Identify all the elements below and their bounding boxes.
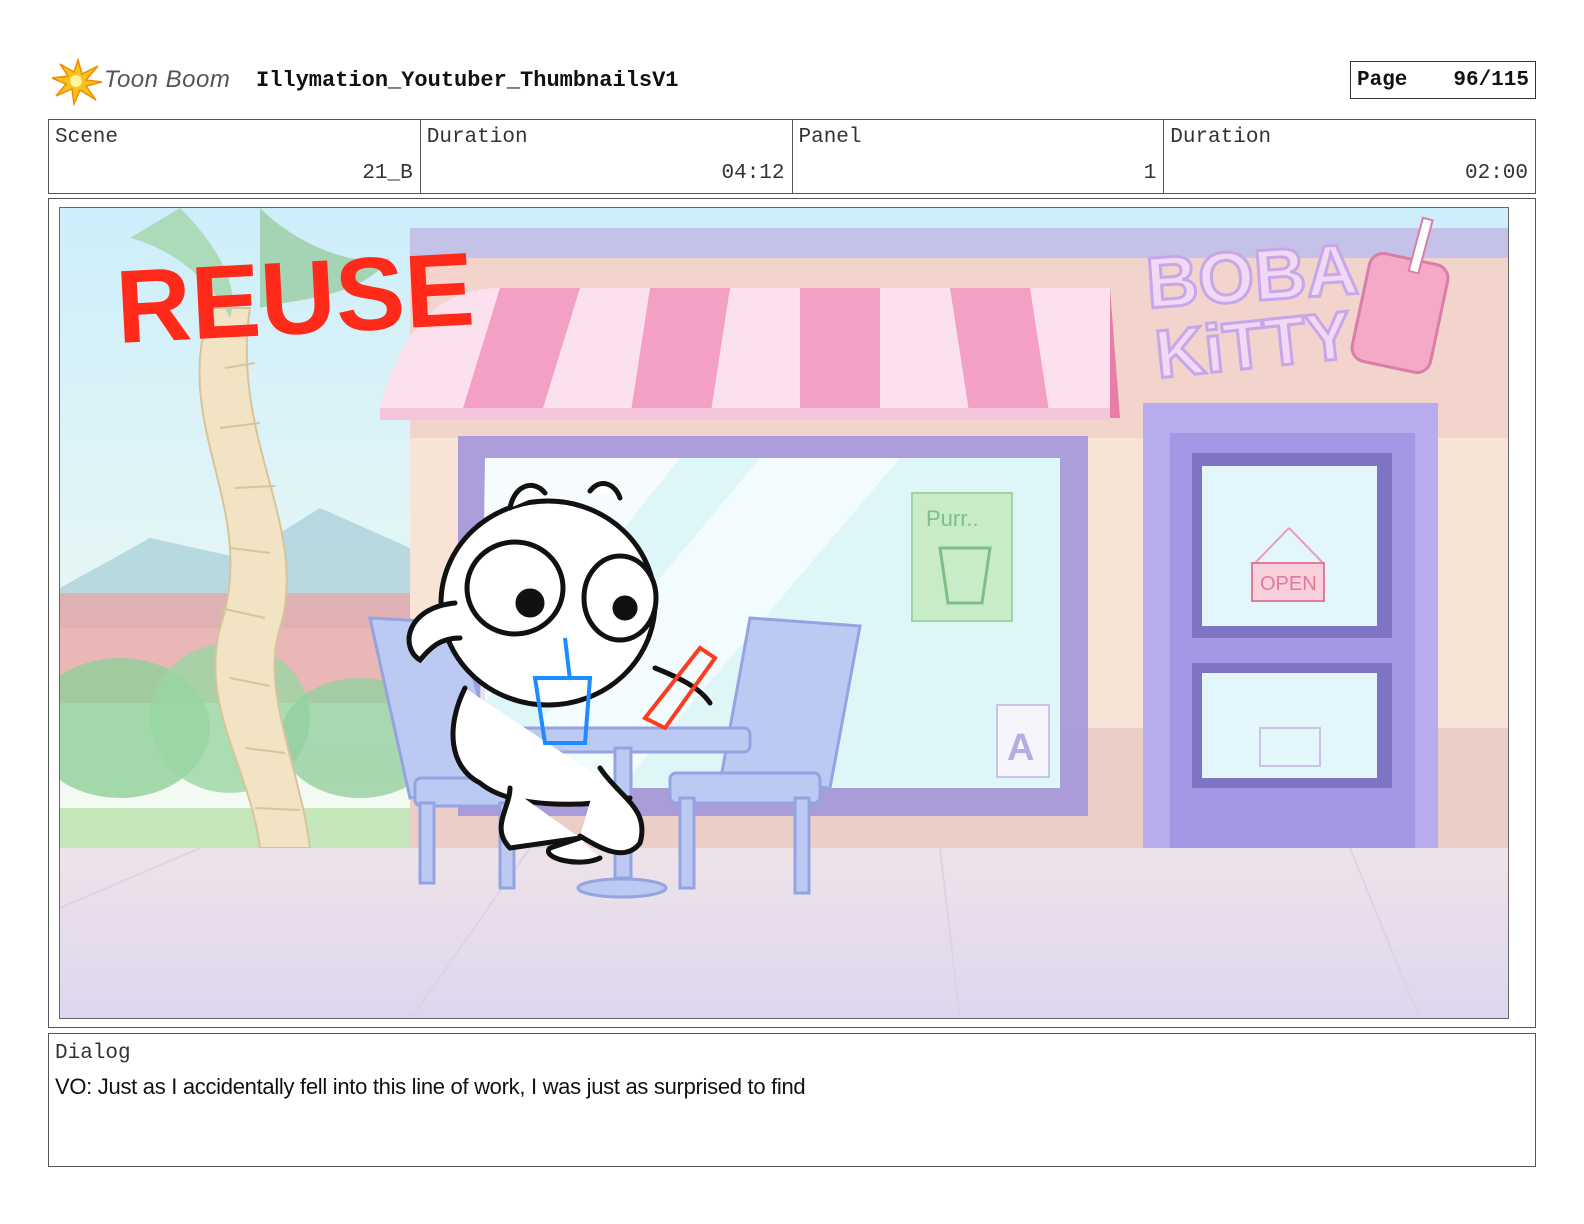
shop-door: OPEN xyxy=(1143,403,1438,873)
storyboard-panel-frame: Purr.. A BOBA KiTTY OPEN REUSE xyxy=(48,198,1536,1028)
scene-duration-label: Duration xyxy=(426,126,528,149)
a-frame-letter: A xyxy=(1007,727,1034,769)
scene-value: 21_B xyxy=(362,162,413,185)
panel-value: 1 xyxy=(1143,162,1157,185)
dialog-text: VO: Just as I accidentally fell into thi… xyxy=(55,1074,806,1099)
scene-duration-cell: Duration 04:12 xyxy=(421,120,793,193)
page-header: Toon Boom Illymation_Youtuber_Thumbnails… xyxy=(49,56,1536,107)
dialog-label: Dialog xyxy=(55,1042,131,1065)
page-label: Page xyxy=(1357,68,1408,92)
panel-cell: Panel 1 xyxy=(793,120,1165,193)
page-indicator: Page 96/115 xyxy=(1350,61,1536,99)
sidewalk xyxy=(60,848,1508,1018)
panel-label: Panel xyxy=(798,126,862,149)
toon-boom-logo: Toon Boom xyxy=(49,56,242,107)
open-sign-text: OPEN xyxy=(1260,573,1317,595)
scene-info-row: Scene 21_B Duration 04:12 Panel 1 Durati… xyxy=(48,119,1536,194)
storyboard-panel-image: Purr.. A BOBA KiTTY OPEN REUSE xyxy=(59,207,1509,1019)
scene-cell: Scene 21_B xyxy=(49,120,421,193)
poster-text: Purr.. xyxy=(926,506,979,531)
panel-duration-cell: Duration 02:00 xyxy=(1164,120,1535,193)
panel-duration-value: 02:00 xyxy=(1464,162,1528,185)
dialog-box: Dialog VO: Just as I accidentally fell i… xyxy=(48,1033,1536,1167)
page-number: 96/115 xyxy=(1453,68,1529,92)
boba-shop-scene: Purr.. A BOBA KiTTY OPEN REUSE xyxy=(60,208,1508,1018)
starburst-icon xyxy=(49,57,103,107)
logo-text: Toon Boom xyxy=(104,66,231,93)
scene-label: Scene xyxy=(55,126,119,149)
striped-awning xyxy=(380,288,1120,420)
reuse-stamp: REUSE xyxy=(113,231,477,366)
project-title: Illymation_Youtuber_ThumbnailsV1 xyxy=(256,68,679,93)
scene-duration-value: 04:12 xyxy=(721,162,785,185)
panel-duration-label: Duration xyxy=(1170,126,1272,149)
